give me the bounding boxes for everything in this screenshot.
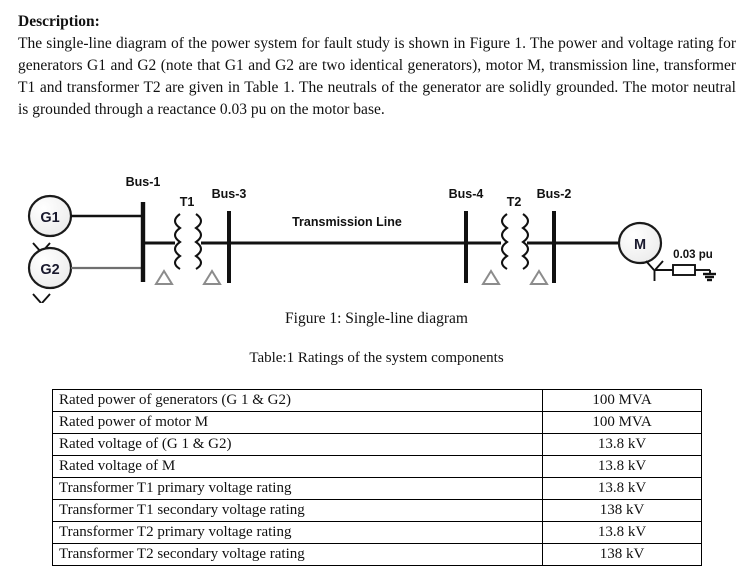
table-row: Rated voltage of (G 1 & G2) 13.8 kV (52, 433, 702, 456)
ratings-table: Rated power of generators (G 1 & G2) 100… (52, 389, 702, 566)
table-row: Transformer T1 secondary voltage rating … (52, 499, 702, 522)
single-line-diagram: G1 G2 Bus-1 T1 Bus-3 Transmission Line B… (0, 168, 753, 303)
transformer-t2-label: T2 (507, 195, 522, 209)
generator-g1-label: G1 (40, 210, 59, 226)
table-cell-value: 138 kV (542, 499, 702, 522)
table-cell-value: 13.8 kV (542, 433, 702, 456)
table-row: Rated power of motor M 100 MVA (52, 411, 702, 434)
reactance-value-label: 0.03 pu (673, 249, 713, 261)
motor-m: M (617, 221, 663, 265)
table-cell-item: Rated voltage of M (52, 455, 543, 478)
delta-winding-icon-t1-secondary (202, 269, 222, 285)
table-row: Transformer T2 primary voltage rating 13… (52, 521, 702, 544)
table-cell-value: 13.8 kV (542, 455, 702, 478)
table-caption: Table:1 Ratings of the system components (249, 350, 504, 366)
figure-caption: Figure 1: Single-line diagram (285, 310, 468, 327)
transmission-line-label: Transmission Line (292, 215, 402, 229)
delta-winding-icon-t1-primary (154, 269, 174, 285)
table-cell-item: Transformer T2 secondary voltage rating (52, 543, 543, 566)
bus-2-label: Bus-2 (537, 187, 572, 201)
ratings-table-body: Rated power of generators (G 1 & G2) 100… (52, 389, 702, 566)
bus-1: Bus-1 (126, 175, 161, 282)
description-section: Description: The single-line diagram of … (18, 12, 736, 121)
table-cell-item: Transformer T2 primary voltage rating (52, 521, 543, 544)
table-row: Rated power of generators (G 1 & G2) 100… (52, 389, 702, 412)
description-paragraph: The single-line diagram of the power sys… (18, 35, 736, 118)
bus-4: Bus-4 (449, 187, 484, 283)
transformer-t1-label: T1 (180, 195, 195, 209)
table-cell-item: Rated power of generators (G 1 & G2) (52, 389, 543, 412)
transformer-t1: T1 (154, 195, 222, 285)
generator-g2-label: G2 (40, 262, 59, 278)
motor-m-label: M (634, 237, 646, 253)
table-row: Transformer T2 secondary voltage rating … (52, 543, 702, 566)
bus-3: Bus-3 (212, 187, 247, 283)
table-cell-item: Rated voltage of (G 1 & G2) (52, 433, 543, 456)
bus-1-label: Bus-1 (126, 175, 161, 189)
table-cell-value: 100 MVA (542, 411, 702, 434)
delta-winding-icon-t2-primary (481, 269, 501, 285)
table-cell-item: Rated power of motor M (52, 411, 543, 434)
delta-winding-icon-t2-secondary (529, 269, 549, 285)
description-heading: Description: (18, 13, 100, 30)
generator-g2: G2 (27, 246, 143, 303)
bus-3-label: Bus-3 (212, 187, 247, 201)
bus-2: Bus-2 (537, 187, 572, 283)
table-cell-value: 100 MVA (542, 389, 702, 412)
table-cell-item: Transformer T1 primary voltage rating (52, 477, 543, 500)
table-row: Transformer T1 primary voltage rating 13… (52, 477, 702, 500)
transformer-t2: T2 (481, 195, 549, 285)
table-cell-item: Transformer T1 secondary voltage rating (52, 499, 543, 522)
table-cell-value: 13.8 kV (542, 477, 702, 500)
motor-ground-icon (703, 270, 716, 282)
document-page: Description: The single-line diagram of … (0, 0, 753, 584)
generator-g2-ground-icon (32, 293, 51, 303)
bus-4-label: Bus-4 (449, 187, 484, 201)
table-cell-value: 138 kV (542, 543, 702, 566)
reactance-box-icon (672, 264, 696, 276)
table-cell-value: 13.8 kV (542, 521, 702, 544)
table-row: Rated voltage of M 13.8 kV (52, 455, 702, 478)
